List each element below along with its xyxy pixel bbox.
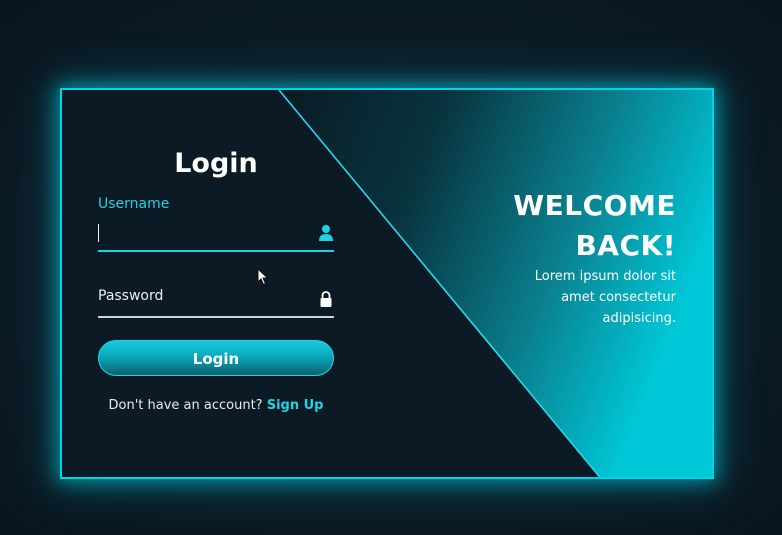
login-title: Login xyxy=(174,148,258,179)
welcome-description-line3: adipisicing. xyxy=(602,311,676,326)
password-input[interactable]: Password xyxy=(98,286,334,318)
mouse-pointer-icon xyxy=(257,268,269,286)
lock-icon xyxy=(320,291,332,307)
page-background: Login Username Password Login Don't have… xyxy=(0,0,782,535)
username-input[interactable] xyxy=(98,220,334,252)
welcome-description-line2: amet consectetur xyxy=(561,290,676,305)
login-form: Login Username Password Login Don't have… xyxy=(96,90,336,477)
signup-row: Don't have an account? Sign Up xyxy=(96,398,336,413)
text-caret xyxy=(98,224,99,242)
signup-prompt: Don't have an account? xyxy=(108,398,263,413)
user-icon xyxy=(319,225,333,241)
signup-link[interactable]: Sign Up xyxy=(267,398,324,413)
welcome-description-line1: Lorem ipsum dolor sit xyxy=(534,269,676,284)
welcome-heading-line2: BACK! xyxy=(575,229,676,262)
login-button[interactable]: Login xyxy=(98,340,334,376)
welcome-description: Lorem ipsum dolor sit amet consectetur a… xyxy=(506,266,676,329)
username-label: Username xyxy=(98,196,170,212)
welcome-heading: WELCOME BACK! xyxy=(416,186,676,266)
login-card: Login Username Password Login Don't have… xyxy=(60,88,714,479)
password-placeholder: Password xyxy=(98,288,164,304)
welcome-heading-line1: WELCOME xyxy=(513,189,676,222)
